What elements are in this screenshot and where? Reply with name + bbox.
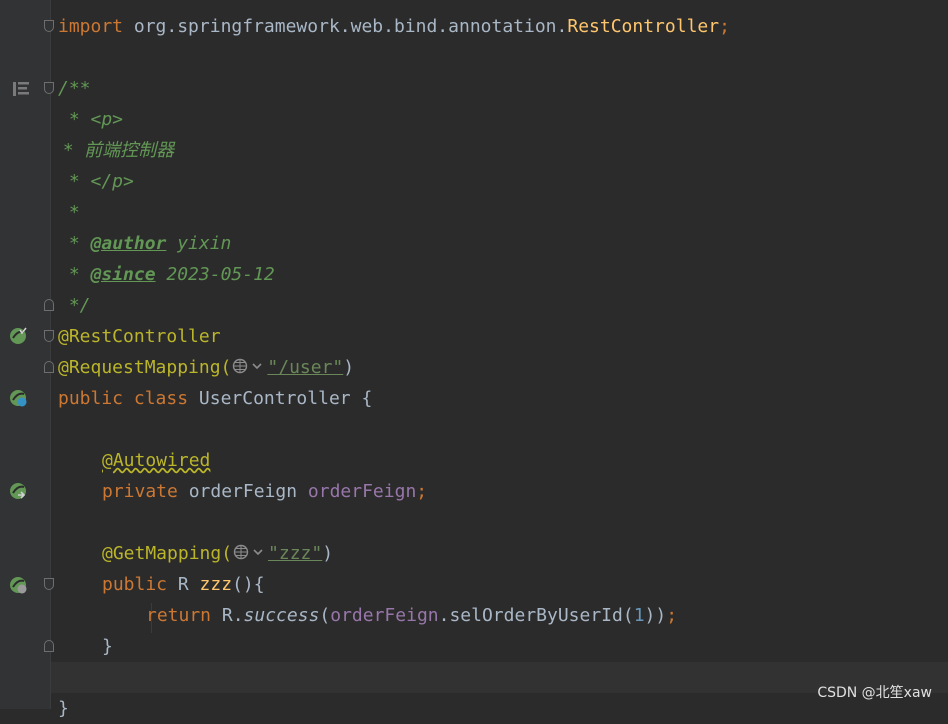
code-line-doc-close[interactable]: */ bbox=[58, 290, 91, 321]
bean-web-method-icon[interactable] bbox=[8, 575, 28, 595]
code-line-doc-blank[interactable]: * bbox=[58, 197, 80, 228]
code-line-restcontroller[interactable]: @RestController bbox=[58, 321, 221, 352]
code-line-import[interactable]: import org.springframework.web.bind.anno… bbox=[58, 11, 730, 42]
code-line-doc-since[interactable]: * @since 2023-05-12 bbox=[58, 259, 275, 290]
bean-navigate-icon[interactable] bbox=[8, 481, 28, 501]
code-line-doc-open[interactable]: /** bbox=[58, 73, 91, 104]
code-line-doc-author[interactable]: * @author yixin bbox=[58, 228, 232, 259]
code-line-class[interactable]: public class UserController { bbox=[58, 383, 372, 414]
bean-check-icon[interactable] bbox=[8, 326, 28, 346]
current-line-highlight bbox=[51, 662, 948, 693]
inlay-hint[interactable] bbox=[233, 544, 267, 564]
code-editor[interactable]: import org.springframework.web.bind.anno… bbox=[51, 0, 948, 719]
code-line-doc-p-open[interactable]: * <p> bbox=[58, 104, 123, 135]
code-line-requestmapping[interactable]: @RequestMapping("/user") bbox=[58, 352, 354, 383]
code-line-field[interactable]: private orderFeign orderFeign; bbox=[102, 476, 427, 507]
reader-mode-icon[interactable] bbox=[11, 79, 31, 99]
editor-gutter bbox=[0, 0, 50, 709]
chevron-down-icon bbox=[252, 363, 262, 370]
code-line-autowired[interactable]: @Autowired bbox=[102, 445, 210, 476]
code-line-doc-p-close[interactable]: * </p> bbox=[58, 166, 134, 197]
code-line-doc-desc[interactable]: * 前端控制器 bbox=[58, 135, 174, 166]
bean-web-icon[interactable] bbox=[8, 388, 28, 408]
code-line-method[interactable]: public R zzz(){ bbox=[102, 569, 265, 600]
code-line-return[interactable]: return R.success(orderFeign.selOrderByUs… bbox=[146, 600, 677, 631]
code-line-method-close[interactable]: } bbox=[102, 631, 113, 662]
watermark: CSDN @北笙xaw bbox=[817, 685, 932, 701]
code-line-getmapping[interactable]: @GetMapping("zzz") bbox=[102, 538, 333, 569]
chevron-down-icon bbox=[253, 549, 263, 556]
inlay-hint[interactable] bbox=[232, 358, 266, 378]
